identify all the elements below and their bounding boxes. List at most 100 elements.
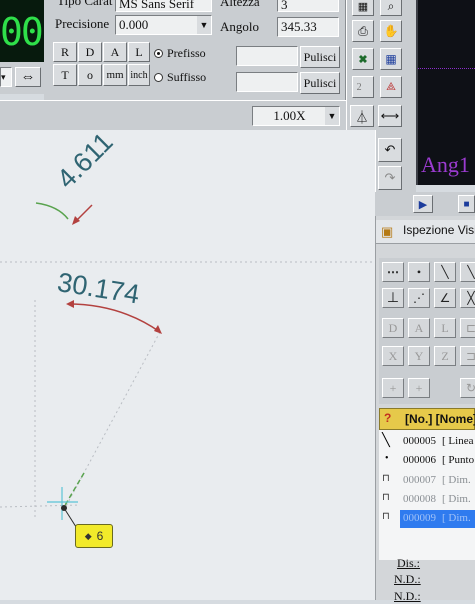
dim-d-icon[interactable]: D	[382, 318, 404, 338]
table-icon[interactable]: ▦	[380, 48, 402, 70]
style-button-inch[interactable]: inch	[128, 64, 150, 86]
angle-label: Angolo	[220, 19, 259, 34]
list-item[interactable]: ╲ 000005 [ Linea	[380, 432, 475, 452]
font-select-value: MS Sans Serif	[119, 0, 195, 11]
excel-icon[interactable]: ✖	[352, 48, 374, 70]
dotted-line-icon[interactable]: ⋯	[382, 262, 404, 282]
undo-icon[interactable]: ↶	[378, 138, 402, 162]
stop-icon[interactable]: ■	[458, 195, 475, 213]
redo-icon[interactable]: ↷	[378, 166, 402, 190]
diagonal-icon[interactable]: ╲	[460, 262, 475, 282]
point-tag-dot: ◆	[84, 530, 92, 541]
list-item-name: [ Dim.	[442, 493, 471, 505]
perpendicular-icon[interactable]: ⊥	[382, 288, 404, 308]
inspection-title: Ispezione Visiva	[403, 223, 475, 237]
grid-line	[418, 68, 475, 69]
prefix-input[interactable]	[236, 46, 298, 66]
list-item[interactable]: • 000006 [ Punto	[380, 451, 475, 471]
list-header: ? [No.] [Nome]	[379, 408, 475, 430]
chevron-down-icon[interactable]: ▼	[325, 107, 339, 125]
point-icon: •	[385, 453, 389, 464]
style-button-t[interactable]: T	[53, 64, 77, 86]
inspection-title-bar: ▣ Ispezione Visiva	[376, 220, 475, 244]
inspection-icon: ▣	[381, 224, 394, 239]
style-button-r[interactable]: R	[53, 42, 77, 62]
dim-extra2-icon[interactable]: ⊐	[460, 346, 475, 366]
digit-display: 00	[0, 0, 44, 62]
suffix-radio[interactable]	[154, 73, 163, 82]
play-icon[interactable]: ▶	[413, 195, 433, 213]
height-input[interactable]: 3	[277, 0, 339, 12]
style-button-d[interactable]: D	[78, 42, 102, 62]
arrow-head	[154, 325, 162, 334]
angle-input[interactable]: 345.33	[277, 17, 339, 37]
prefix-label: Prefisso	[167, 46, 206, 60]
chart-icon[interactable]: ⟁	[380, 76, 402, 98]
dim-x-icon[interactable]: X	[382, 346, 404, 366]
dim-a-icon[interactable]: A	[408, 318, 430, 338]
precision-select[interactable]: 0.000 ▼	[115, 15, 212, 35]
dim-l-icon[interactable]: L	[434, 318, 456, 338]
suffix-label: Suffisso	[167, 70, 207, 84]
dim-z-icon[interactable]: Z	[434, 346, 456, 366]
list-item[interactable]: ⊓ 000007 [ Dim.	[380, 471, 475, 491]
construction-line	[0, 504, 81, 508]
measure-icon[interactable]: 2⃝	[352, 76, 374, 98]
style-button-o[interactable]: o	[78, 64, 102, 86]
zoom-select[interactable]: 1.00X ▼	[252, 106, 340, 126]
dimension-icon: ⊓	[382, 511, 390, 522]
point-line-icon[interactable]: ⋰	[408, 288, 430, 308]
line-icon: ╲	[382, 432, 390, 447]
zoom-select-value: 1.00X	[273, 108, 306, 123]
nd-label-2: N.D.:	[394, 589, 421, 603]
status-display: Ang1	[416, 0, 475, 185]
cross-icon[interactable]: ╳	[460, 288, 475, 308]
clear-prefix-button[interactable]: Pulisci	[300, 46, 340, 68]
font-select[interactable]: MS Sans Serif	[115, 0, 212, 12]
list-item-name: [ Dim.	[442, 474, 471, 486]
point-icon[interactable]: •	[408, 262, 430, 282]
zoom-icon[interactable]: ⌕	[380, 0, 402, 16]
list-item-name: [ Linea	[442, 435, 474, 447]
arrow-head	[66, 300, 74, 308]
grid-icon[interactable]: ▦	[352, 0, 374, 16]
line-icon[interactable]: ╲	[434, 262, 456, 282]
list-item[interactable]: ⊓ 000008 [ Dim.	[380, 490, 475, 510]
point-tag[interactable]: ◆ 6	[75, 524, 113, 548]
angle-readout: Ang1	[421, 152, 470, 177]
clear-suffix-button[interactable]: Pulisci	[300, 72, 340, 94]
add-point-icon[interactable]: +	[408, 378, 430, 398]
dim-extra-icon[interactable]: ⊏	[460, 318, 475, 338]
help-icon[interactable]: ?	[384, 411, 391, 425]
dimension-arc	[67, 303, 161, 333]
list-item-number: 000007	[403, 474, 436, 486]
print-icon[interactable]: ⎙	[352, 20, 374, 42]
extend-icon[interactable]: ⟷	[378, 105, 402, 127]
list-item-number: 000005	[403, 435, 436, 447]
distance-label: Dis.:	[397, 556, 421, 570]
chevron-down-icon[interactable]: ▼	[197, 16, 211, 34]
nd-label: N.D.:	[394, 572, 421, 586]
list-header-label[interactable]: [No.] [Nome]	[405, 412, 475, 426]
prefix-radio[interactable]	[154, 49, 163, 58]
list-item-number: 000008	[403, 493, 436, 505]
list-item-number: 000009	[403, 512, 436, 524]
angle-icon[interactable]: ∠	[434, 288, 456, 308]
height-label: Altezza	[220, 0, 260, 9]
mirror-icon[interactable]: ⏃	[350, 105, 374, 127]
hand-icon[interactable]: ✋	[380, 20, 402, 42]
suffix-input[interactable]	[236, 72, 298, 92]
mini-dropdown[interactable]: ▾	[0, 67, 12, 87]
dimension-icon: ⊓	[382, 492, 390, 503]
add-icon[interactable]: +	[382, 378, 404, 398]
style-button-l[interactable]: L	[128, 42, 150, 62]
dim-y-icon[interactable]: Y	[408, 346, 430, 366]
style-button-a[interactable]: A	[103, 42, 127, 62]
list-item-name: [ Dim.	[442, 512, 471, 524]
refresh-icon[interactable]: ↻	[460, 378, 475, 398]
digit-readout: 00	[0, 10, 44, 54]
list-item-selected[interactable]: ⊓ 000009 [ Dim.	[380, 509, 475, 529]
double-arrow-icon[interactable]: ⇔	[15, 67, 41, 87]
point-tag-number: 6	[96, 529, 104, 543]
style-button-mm[interactable]: mm	[103, 64, 127, 86]
